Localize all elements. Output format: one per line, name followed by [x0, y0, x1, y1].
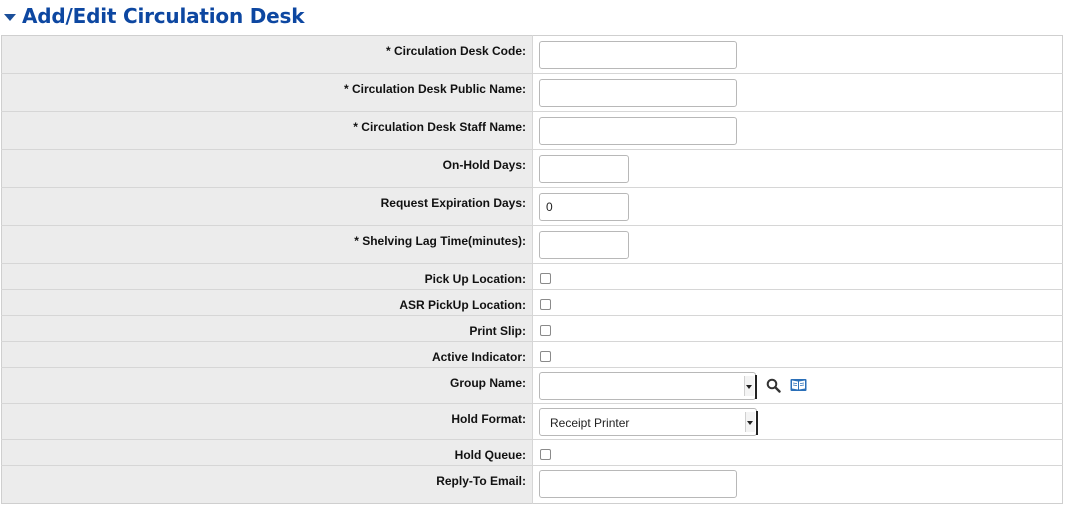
print-slip-checkbox[interactable] [540, 325, 551, 336]
on-hold-days-input[interactable] [539, 155, 629, 183]
active-indicator-checkbox[interactable] [540, 351, 551, 362]
hold-format-select[interactable]: Receipt Printer [539, 408, 758, 436]
section-header[interactable]: Add/Edit Circulation Desk [0, 0, 305, 32]
staff-name-input[interactable] [539, 117, 737, 145]
dropdown-arrow-icon[interactable] [744, 376, 754, 396]
public-name-input[interactable] [539, 79, 737, 107]
pick-up-location-checkbox[interactable] [540, 273, 551, 284]
form-row-staff-name: * Circulation Desk Staff Name: [1, 111, 1063, 150]
dropdown-arrow-icon[interactable] [745, 412, 755, 432]
form-row-hold-queue: Hold Queue: [1, 439, 1063, 466]
form-row-on-hold-days: On-Hold Days: [1, 149, 1063, 188]
field-label: Request Expiration Days: [380, 196, 526, 210]
form-row-pick-up-location: Pick Up Location: [1, 263, 1063, 290]
form-row-group-name: Group Name: [1, 367, 1063, 404]
shelving-lag-time-input[interactable] [539, 231, 629, 259]
search-icon[interactable] [766, 378, 782, 398]
collapse-arrow-icon[interactable] [4, 13, 16, 21]
form-row-active-indicator: Active Indicator: [1, 341, 1063, 368]
form-row-hold-format: Hold Format: Receipt Printer [1, 403, 1063, 440]
field-label: Active Indicator: [431, 350, 526, 364]
asr-pickup-location-checkbox[interactable] [540, 299, 551, 310]
hold-format-selected: Receipt Printer [550, 416, 630, 430]
reply-to-email-input[interactable] [539, 470, 737, 498]
field-label: Group Name: [449, 376, 526, 390]
field-label: Hold Queue: [454, 448, 526, 462]
field-label: * Circulation Desk Public Name: [343, 82, 526, 96]
field-label: Reply-To Email: [436, 474, 526, 488]
field-label: Pick Up Location: [424, 272, 526, 286]
form-row-request-expiration-days: Request Expiration Days: [1, 187, 1063, 226]
field-label: * Circulation Desk Staff Name: [353, 120, 526, 134]
form-row-public-name: * Circulation Desk Public Name: [1, 73, 1063, 112]
form-row-print-slip: Print Slip: [1, 315, 1063, 342]
field-label: ASR PickUp Location: [399, 298, 526, 312]
request-expiration-days-input[interactable] [539, 193, 629, 221]
field-label: * Shelving Lag Time(minutes): [354, 234, 526, 248]
book-lookup-icon[interactable] [790, 378, 807, 397]
form-row-reply-to-email: Reply-To Email: [1, 465, 1063, 504]
section-title: Add/Edit Circulation Desk [22, 4, 305, 28]
hold-queue-checkbox[interactable] [540, 449, 551, 460]
field-label: * Circulation Desk Code: [385, 44, 526, 58]
field-label: On-Hold Days: [442, 158, 526, 172]
form-row-asr-pickup-location: ASR PickUp Location: [1, 289, 1063, 316]
form-row-shelving-lag-time: * Shelving Lag Time(minutes): [1, 225, 1063, 264]
group-name-select[interactable] [539, 372, 757, 400]
circulation-desk-code-input[interactable] [539, 41, 737, 69]
circulation-desk-form: * Circulation Desk Code: * Circulation D… [1, 35, 1063, 504]
field-label: Hold Format: [451, 412, 526, 426]
field-label: Print Slip: [469, 324, 526, 338]
form-row-code: * Circulation Desk Code: [1, 35, 1063, 74]
